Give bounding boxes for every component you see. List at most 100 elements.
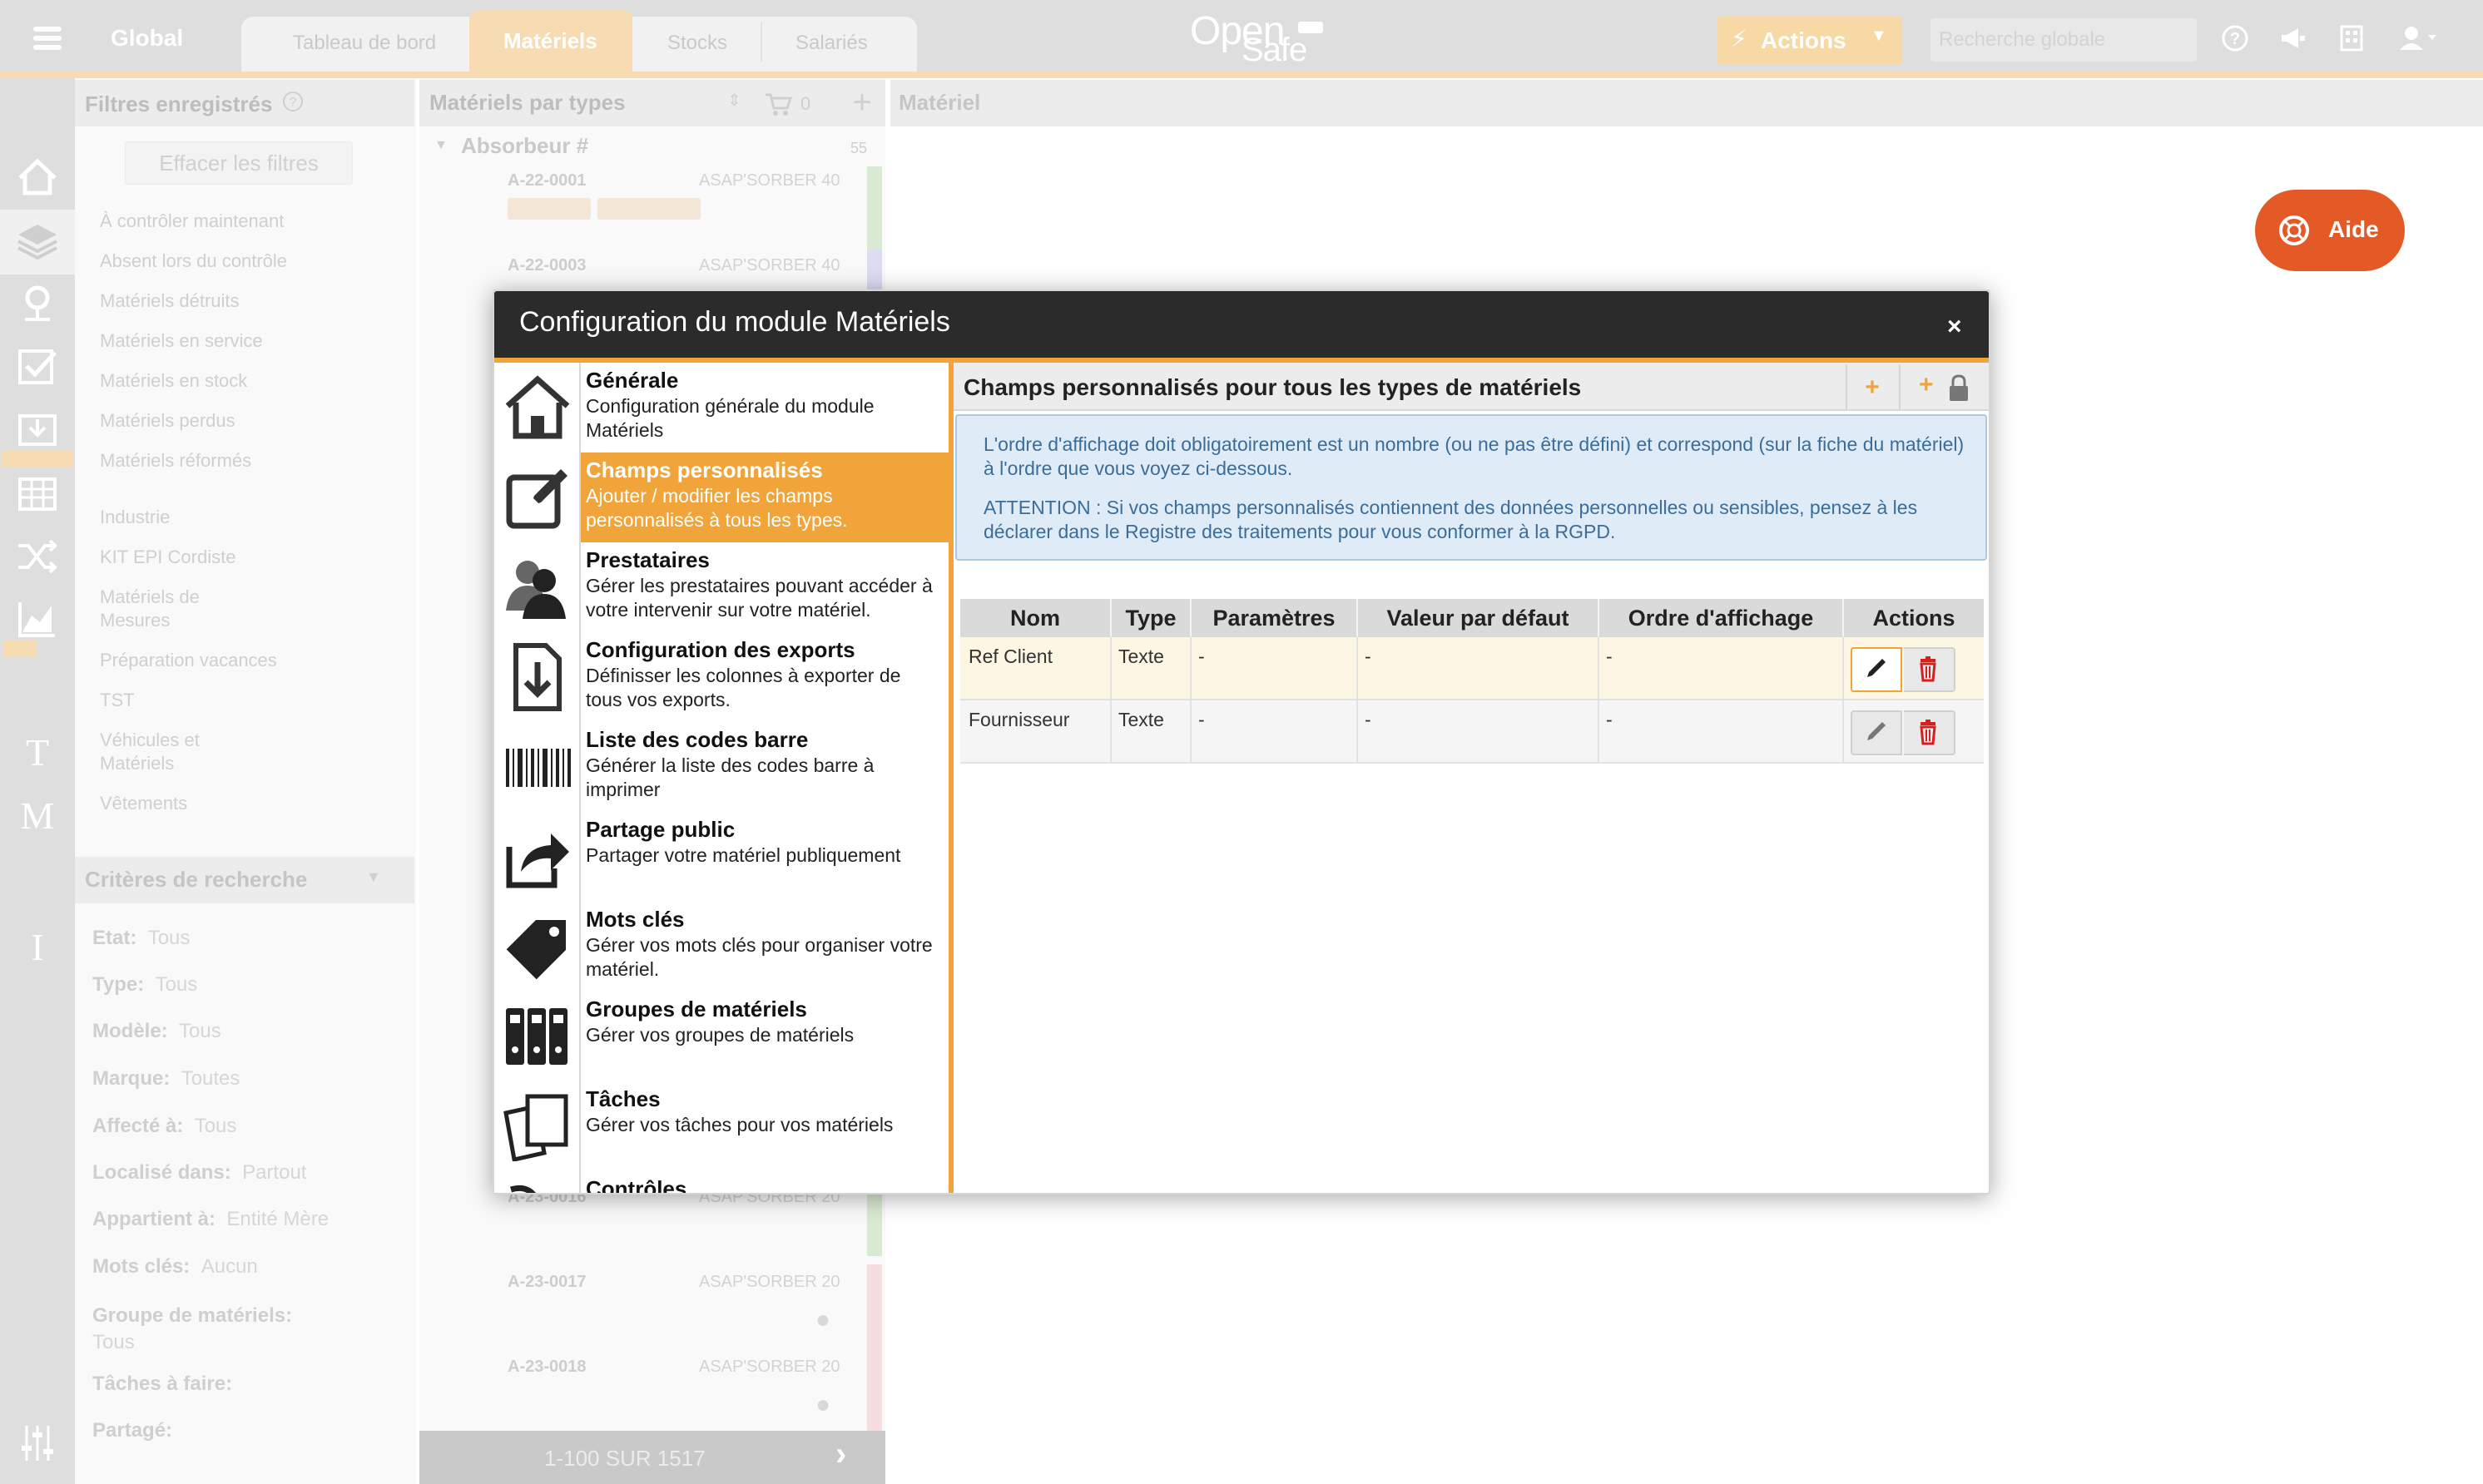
criterion-modele[interactable]: Modèle: Tous [92, 1020, 221, 1043]
criterion-affecte[interactable]: Affecté à: Tous [92, 1115, 236, 1138]
equipment-row-id[interactable]: A-23-0018 [508, 1358, 587, 1377]
checklist-icon[interactable] [15, 344, 60, 389]
svg-text:?: ? [2230, 30, 2240, 48]
edit-icon [506, 469, 567, 529]
equipment-row-tag [597, 198, 701, 220]
criterion-appartient[interactable]: Appartient à: Entité Mère [92, 1208, 329, 1231]
menu-item-desc: Gérer vos tâches pour vos matériels [586, 1114, 894, 1135]
saved-filter-item[interactable]: Matériels en service [100, 329, 263, 353]
sort-icon[interactable]: ⇕ [727, 90, 741, 111]
layers-icon[interactable] [15, 218, 60, 263]
clear-filters-button[interactable]: Effacer les filtres [125, 141, 353, 185]
saved-filter-item[interactable]: Préparation vacances [100, 649, 277, 672]
delete-button[interactable] [1904, 647, 1955, 692]
menu-item-title: Contrôles [586, 1176, 687, 1193]
edit-button[interactable] [1851, 647, 1902, 692]
saved-filter-item[interactable]: Industrie [100, 506, 170, 529]
tab-salaries[interactable]: Salariés [795, 32, 868, 55]
saved-filter-item[interactable]: Matériels réformés [100, 449, 251, 472]
saved-filter-item[interactable]: Matériels détruits [100, 289, 240, 313]
menu-item-taches[interactable]: Tâches Gérer vos tâches pour vos matérie… [494, 1081, 949, 1173]
add-locked-field-button[interactable] [1899, 364, 1987, 411]
pagination-label: 1-100 SUR 1517 [544, 1446, 706, 1471]
menu-item-prestataires[interactable]: Prestataires Gérer les prestataires pouv… [494, 542, 949, 634]
chevron-down-icon[interactable]: ▼ [366, 868, 381, 886]
letter-m-icon[interactable]: M [15, 792, 60, 837]
calendar-icon[interactable] [15, 471, 60, 516]
svg-text:M: M [21, 794, 55, 837]
menu-item-groupes[interactable]: Groupes de matériels Gérer vos groupes d… [494, 992, 949, 1083]
home-icon[interactable] [15, 155, 60, 200]
pencil-icon [1867, 659, 1886, 677]
menu-item-partage-public[interactable]: Partage public Partager votre matériel p… [494, 812, 949, 903]
close-icon[interactable]: × [1947, 313, 1962, 341]
status-strip [867, 1348, 882, 1431]
menu-item-controles[interactable]: Contrôles [494, 1171, 949, 1193]
shuffle-icon[interactable] [15, 534, 60, 579]
edit-button[interactable] [1851, 710, 1902, 755]
saved-filter-item[interactable]: Véhicules et Matériels [100, 729, 233, 775]
criterion-localise[interactable]: Localisé dans: Partout [92, 1161, 306, 1185]
equipment-row-model: ASAP'SORBER 20 [699, 1273, 840, 1291]
criterion-etat[interactable]: Etat: Tous [92, 927, 190, 950]
saved-filter-item[interactable]: Absent lors du contrôle [100, 250, 287, 273]
scope-selector[interactable]: Global [111, 25, 183, 52]
menu-item-generale[interactable]: Générale Configuration générale du modul… [494, 363, 949, 454]
menu-item-exports[interactable]: Configuration des exports Définisser les… [494, 632, 949, 724]
column-header-type[interactable]: Type [1112, 599, 1192, 637]
saved-filter-item[interactable]: À contrôler maintenant [100, 210, 284, 233]
column-header-valeur-defaut[interactable]: Valeur par défaut [1358, 599, 1599, 637]
saved-filter-item[interactable]: KIT EPI Cordiste [100, 546, 235, 569]
equipment-row-id[interactable]: A-22-0003 [508, 256, 587, 275]
chevron-down-icon[interactable]: ▼ [434, 138, 448, 153]
letter-t-icon[interactable]: T [15, 729, 60, 774]
letter-i-icon[interactable]: I [15, 923, 60, 968]
column-header-nom[interactable]: Nom [960, 599, 1112, 637]
global-search-input[interactable] [1930, 18, 2197, 62]
delete-button[interactable] [1904, 710, 1955, 755]
menu-item-title: Partage public [586, 817, 736, 842]
criterion-partage[interactable]: Partagé: [92, 1419, 172, 1442]
saved-filter-item[interactable]: Matériels de Mesures [100, 586, 233, 632]
inbox-icon[interactable] [15, 408, 60, 453]
chart-icon[interactable] [15, 597, 60, 642]
check-icon [509, 1185, 536, 1193]
user-menu-icon[interactable] [2396, 22, 2440, 55]
help-circle-icon[interactable]: ? [281, 90, 305, 113]
add-field-button[interactable]: + [1846, 364, 1897, 411]
menu-item-title: Liste des codes barre [586, 727, 809, 752]
column-header-parametres[interactable]: Paramètres [1192, 599, 1358, 637]
help-icon[interactable]: ? [2218, 22, 2252, 55]
saved-filter-item[interactable]: Matériels perdus [100, 409, 235, 433]
criterion-taches[interactable]: Tâches à faire: [92, 1373, 232, 1396]
tab-dashboard[interactable]: Tableau de bord [293, 32, 436, 55]
chevron-right-icon[interactable]: › [835, 1436, 846, 1473]
criterion-mots-cles[interactable]: Mots clés: Aucun [92, 1255, 258, 1279]
building-icon[interactable] [2335, 22, 2368, 55]
map-pin-icon[interactable] [15, 281, 60, 326]
menu-item-title: Champs personnalisés [586, 458, 823, 482]
cart-icon[interactable] [764, 92, 792, 116]
menu-item-mots-cles[interactable]: Mots clés Gérer vos mots clés pour organ… [494, 902, 949, 993]
criterion-groupe[interactable]: Groupe de matériels: Tous [92, 1303, 409, 1356]
cell-nom: Fournisseur [969, 709, 1070, 730]
megaphone-icon[interactable] [2277, 22, 2310, 55]
equipment-row-id[interactable]: A-23-0017 [508, 1273, 587, 1292]
equipment-row-id[interactable]: A-22-0001 [508, 171, 587, 190]
criterion-type[interactable]: Type: Tous [92, 973, 197, 997]
info-text-order: L'ordre d'affichage doit obligatoirement… [984, 433, 1965, 479]
equipment-group-title[interactable]: Absorbeur # [461, 133, 588, 159]
status-strip [867, 1264, 882, 1348]
tab-materiels[interactable]: Matériels [503, 28, 597, 54]
column-header-ordre[interactable]: Ordre d'affichage [1599, 599, 1844, 637]
saved-filter-item[interactable]: TST [100, 689, 135, 712]
menu-item-codes-barre[interactable]: Liste des codes barre Générer la liste d… [494, 722, 949, 814]
criterion-marque[interactable]: Marque: Toutes [92, 1067, 240, 1091]
sliders-icon[interactable] [15, 1421, 60, 1466]
saved-filter-item[interactable]: Vêtements [100, 792, 187, 815]
tab-stocks[interactable]: Stocks [667, 32, 727, 55]
add-equipment-button[interactable]: + [842, 83, 882, 123]
saved-filter-item[interactable]: Matériels en stock [100, 369, 247, 393]
menu-icon[interactable] [33, 27, 62, 50]
menu-item-champs-personnalises[interactable]: Champs personnalisés Ajouter / modifier … [494, 453, 949, 544]
